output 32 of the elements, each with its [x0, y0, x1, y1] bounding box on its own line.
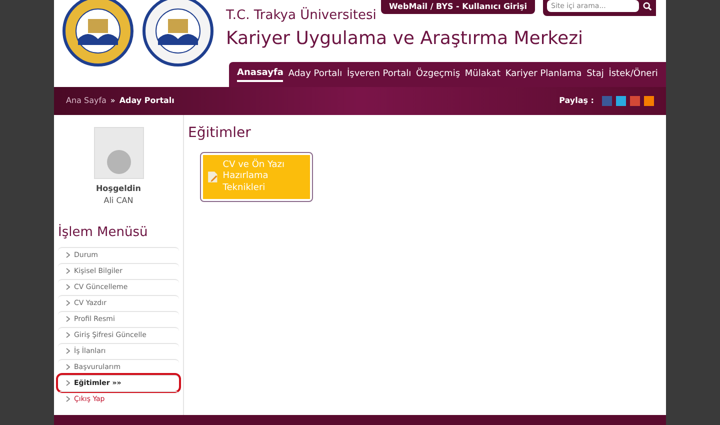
nav-tab[interactable]: Özgeçmiş	[416, 68, 460, 82]
nav-tab[interactable]: Anasayfa	[237, 66, 284, 82]
search-icon[interactable]	[643, 2, 652, 10]
chevron-icon	[66, 380, 70, 386]
menu-title: İşlem Menüsü	[58, 223, 149, 242]
nav-tab[interactable]: Kariyer Planlama	[505, 68, 582, 82]
greeting-text: Hoşgeldin	[96, 183, 141, 195]
chevron-icon	[66, 348, 70, 354]
content-title: Eğitimler	[188, 124, 252, 143]
share-label: Paylaş :	[559, 95, 594, 107]
webmail-link[interactable]: WebMail / BYS - Kullanıcı Girişi	[381, 0, 535, 14]
chevron-icon	[66, 252, 70, 258]
breadcrumb-link[interactable]: Ana Sayfa	[66, 95, 106, 107]
chevron-icon	[66, 364, 70, 370]
card-title: CV ve Ön Yazı Hazırlama Teknikleri	[222, 160, 286, 194]
chevron-icon	[66, 396, 70, 402]
breadcrumb-current: Aday Portalı	[119, 95, 174, 107]
nav-tab[interactable]: İstek/Öneri	[608, 68, 658, 82]
chevron-icon	[66, 284, 70, 290]
user-name: Ali CAN	[104, 195, 134, 207]
nav-tab[interactable]: Aday Portalı	[288, 68, 342, 82]
chevron-icon	[66, 300, 70, 306]
header-subtitle: T.C. Trakya Üniversitesi	[226, 8, 378, 24]
chevron-icon	[66, 332, 70, 338]
header-title: Kariyer Uygulama ve Araştırma Merkezi	[226, 28, 584, 51]
nav-tab[interactable]: Staj	[586, 68, 604, 82]
nav-tab[interactable]: İşveren Portalı	[347, 68, 412, 82]
avatar-placeholder	[94, 127, 144, 179]
chevron-icon	[66, 268, 70, 274]
nav-tab[interactable]: Mülakat	[464, 68, 500, 82]
chevron-icon	[66, 316, 70, 322]
breadcrumb-separator: »	[110, 95, 116, 107]
